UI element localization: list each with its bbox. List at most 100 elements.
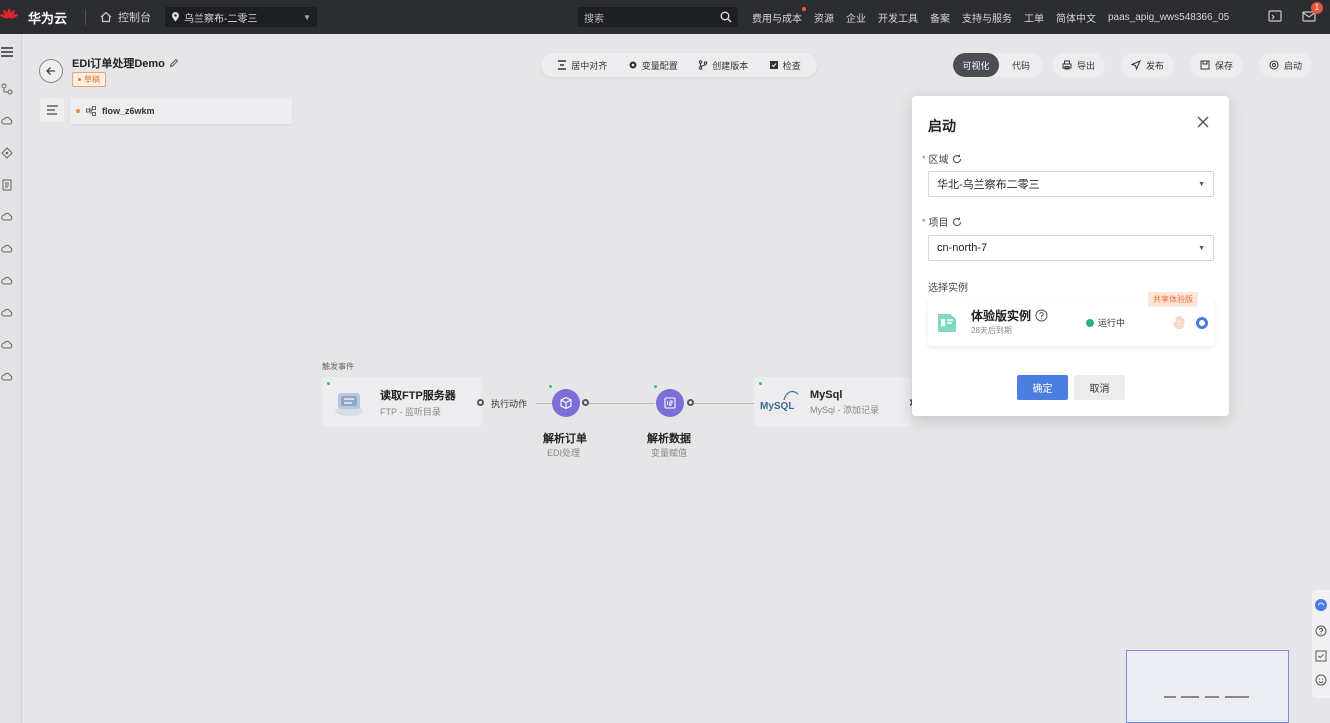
region-select[interactable]: 华北-乌兰察布二零三 ▼ — [928, 171, 1214, 197]
minimap-node — [1205, 696, 1219, 698]
mysql-logo: MySQL — [760, 387, 800, 417]
refresh-icon[interactable] — [952, 154, 962, 164]
close-icon[interactable] — [1195, 114, 1211, 130]
cloud-icon[interactable] — [1, 243, 13, 255]
nav-account[interactable]: paas_apig_wws548366_05 — [1108, 12, 1229, 23]
cloud-icon[interactable] — [1, 339, 13, 351]
start-label: 启动 — [1284, 60, 1303, 71]
nav-resources[interactable]: 资源 — [814, 10, 834, 25]
instance-name: 体验版实例 — [971, 307, 1048, 324]
feedback-icon[interactable] — [1315, 650, 1327, 662]
parse-order-title: 解析订单 — [543, 433, 587, 445]
output-port[interactable] — [687, 399, 694, 406]
outline-toggle-button[interactable] — [40, 98, 64, 122]
help-icon[interactable] — [1035, 309, 1048, 322]
region-select-value: 华北-乌兰察布二零三 — [937, 179, 1040, 191]
gear-icon — [629, 61, 637, 69]
variable-config-button[interactable]: 变量配置 — [628, 59, 678, 72]
mode-code-tab[interactable]: 代码 — [999, 53, 1043, 77]
send-icon — [1131, 60, 1141, 70]
output-port[interactable] — [582, 399, 589, 406]
nav-filing[interactable]: 备案 — [930, 10, 950, 25]
flow-icon[interactable] — [1, 83, 13, 95]
search-input[interactable]: 搜索 — [578, 7, 738, 27]
top-bar: 华为云 控制台 乌兰察布-二零三 ▼ 搜索 费用与成本 资源 企业 开发工具 备… — [0, 0, 1330, 34]
back-button[interactable] — [39, 59, 63, 83]
cloud-icon[interactable] — [1, 115, 13, 127]
canvas-toolbar: 居中对齐 变量配置 创建版本 检查 — [541, 53, 817, 77]
publish-button[interactable]: 发布 — [1121, 53, 1175, 77]
instance-icon — [938, 314, 956, 332]
exec-action-label: 执行动作 — [489, 397, 530, 410]
cloud-icon[interactable] — [1, 275, 13, 287]
mysql-node[interactable]: MySQL MySql MySql - 添加记录 — [754, 377, 910, 427]
check-button[interactable]: 检查 — [769, 59, 801, 72]
save-label: 保存 — [1215, 60, 1234, 71]
status-dot — [654, 385, 657, 388]
ftp-node[interactable]: 读取FTP服务器 FTP - 监听目录 — [322, 377, 482, 427]
status-dot — [78, 78, 81, 81]
cloud-icon[interactable] — [1, 211, 13, 223]
help-icon[interactable] — [1315, 625, 1327, 637]
instance-label: 选择实例 — [928, 283, 968, 294]
flow-node-icon — [86, 106, 96, 116]
mysql-node-title: MySql — [810, 388, 843, 401]
notification-dot — [802, 6, 806, 11]
location-pin-icon — [172, 12, 180, 22]
save-button[interactable]: 保存 — [1190, 53, 1244, 77]
chevron-down-icon: ▼ — [1198, 244, 1205, 252]
customer-service-icon[interactable] — [1315, 599, 1327, 611]
brand-name[interactable]: 华为云 — [28, 8, 67, 27]
cloud-icon[interactable] — [1, 307, 13, 319]
terminal-icon[interactable] — [1268, 9, 1282, 23]
instance-card[interactable]: 体验版实例 28天后到期 运行中 共享体验版 — [928, 292, 1214, 346]
start-button[interactable]: 启动 — [1259, 53, 1313, 77]
status-dot — [759, 382, 762, 385]
nav-language[interactable]: 简体中文 — [1056, 10, 1096, 25]
hand-icon — [1173, 315, 1185, 330]
minimap[interactable] — [1126, 650, 1289, 723]
region-selector[interactable]: 乌兰察布-二零三 ▼ — [165, 7, 318, 27]
nav-cost[interactable]: 费用与成本 — [752, 6, 806, 25]
smile-icon[interactable] — [1315, 674, 1327, 686]
cube-icon — [560, 396, 572, 410]
arrow-left-icon — [46, 67, 55, 75]
parse-order-node[interactable] — [552, 389, 580, 417]
dialog-title: 启动 — [928, 118, 956, 134]
search-icon[interactable] — [720, 11, 732, 23]
printer-icon — [1062, 60, 1072, 70]
message-badge: 1 — [1311, 2, 1323, 14]
mode-visual-tab[interactable]: 可视化 — [953, 53, 999, 77]
project-select[interactable]: cn-north-7 ▼ — [928, 235, 1214, 261]
flow-tab[interactable]: flow_z6wkm — [70, 98, 292, 124]
nav-tickets[interactable]: 工单 — [1024, 10, 1044, 25]
play-circle-icon — [1269, 60, 1279, 70]
cancel-button[interactable]: 取消 — [1074, 375, 1125, 400]
create-version-button[interactable]: 创建版本 — [698, 59, 748, 72]
center-align-button[interactable]: 居中对齐 — [557, 59, 607, 72]
document-icon[interactable] — [1, 179, 13, 191]
create-version-label: 创建版本 — [712, 60, 749, 71]
output-port[interactable] — [477, 399, 484, 406]
message-icon[interactable]: 1 — [1302, 2, 1323, 23]
menu-icon[interactable] — [1, 46, 13, 58]
diamond-icon[interactable] — [1, 147, 13, 159]
nav-support[interactable]: 支持与服务 — [962, 10, 1012, 25]
status-dot — [549, 385, 552, 388]
refresh-icon[interactable] — [952, 217, 962, 227]
top-nav: 费用与成本 资源 企业 开发工具 备案 支持与服务 工单 简体中文 paas_a… — [752, 0, 1229, 34]
export-button[interactable]: 导出 — [1052, 53, 1106, 77]
confirm-button[interactable]: 确定 — [1017, 375, 1068, 400]
edit-icon[interactable] — [169, 58, 179, 68]
flow-title: EDI订单处理Demo — [72, 55, 179, 71]
instance-name-text: 体验版实例 — [971, 309, 1032, 323]
instance-radio[interactable] — [1196, 317, 1208, 329]
console-link[interactable]: 控制台 — [100, 9, 151, 25]
nav-devtools[interactable]: 开发工具 — [878, 10, 918, 25]
minimap-node — [1225, 696, 1249, 698]
instance-status-text: 运行中 — [1098, 318, 1126, 328]
parse-data-node[interactable] — [656, 389, 684, 417]
huawei-logo-icon[interactable] — [0, 8, 18, 26]
cloud-icon[interactable] — [1, 371, 13, 383]
nav-enterprise[interactable]: 企业 — [846, 10, 866, 25]
